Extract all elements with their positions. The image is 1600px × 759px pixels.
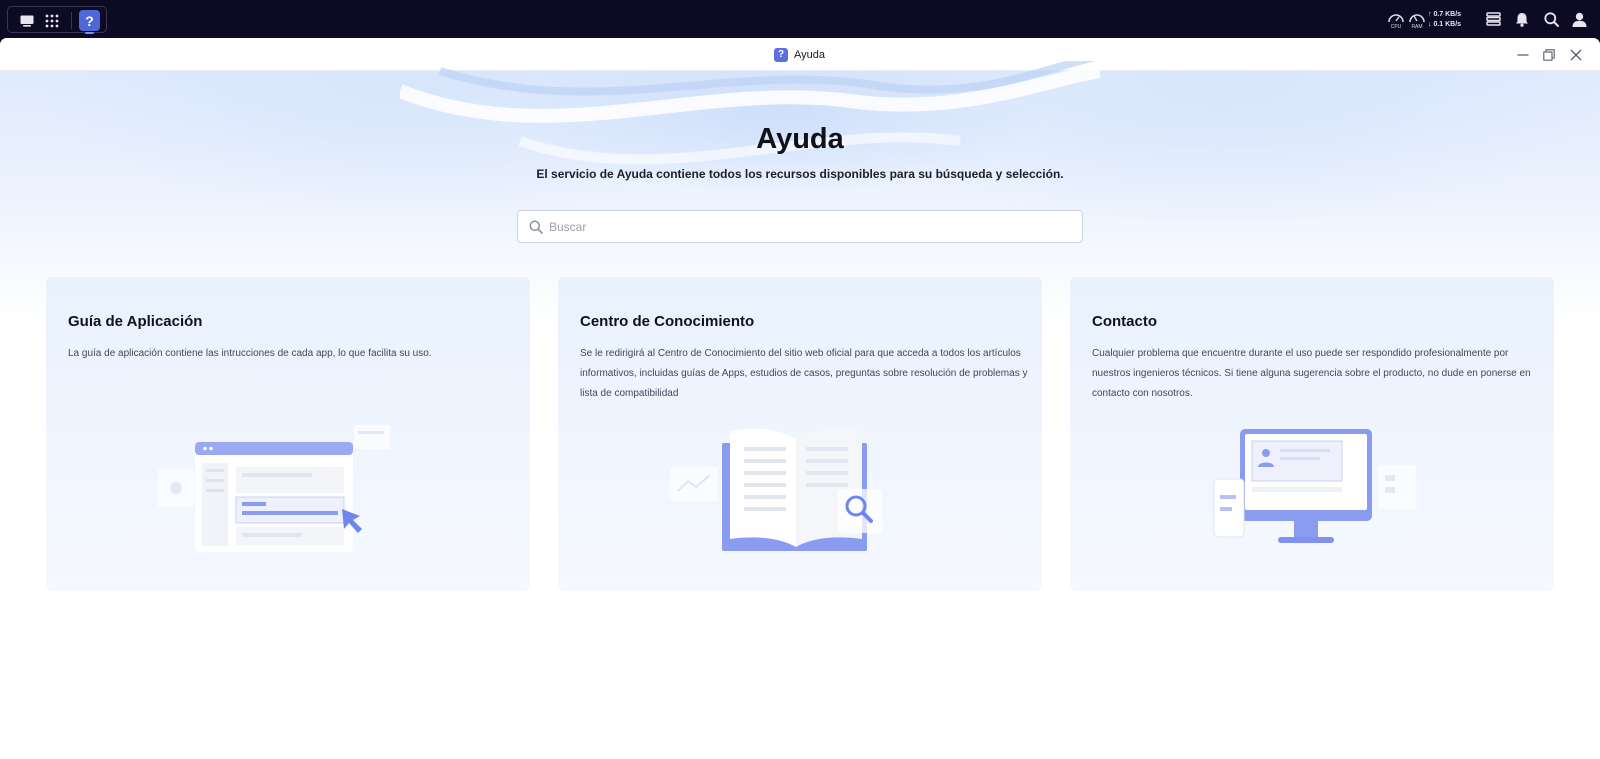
card-title: Contacto	[1092, 313, 1157, 330]
card-title: Centro de Conocimiento	[580, 313, 755, 330]
taskbar-separator	[71, 12, 72, 29]
net-download: ↓ 0.1 KB/s	[1428, 21, 1462, 28]
card-contact[interactable]: Contacto Cualquier problema que encuentr…	[1070, 277, 1554, 591]
search-icon	[529, 220, 543, 234]
taskbar-launcher-group: ?	[7, 6, 107, 34]
app-grid-icon[interactable]	[42, 11, 62, 31]
page-title: Ayuda	[756, 123, 844, 155]
open-book-illustration	[670, 428, 882, 551]
help-content: Ayuda El servicio de Ayuda contiene todo…	[0, 61, 1600, 759]
task-manager-icon[interactable]	[1484, 10, 1502, 28]
active-app-indicator	[85, 32, 94, 34]
net-upload: ↑ 0.7 KB/s	[1428, 11, 1462, 18]
card-description: La guía de aplicación contiene las intru…	[68, 348, 432, 359]
app-window-illustration	[158, 425, 390, 552]
card-knowledge-center[interactable]: Centro de Conocimiento Se le redirigirá …	[558, 277, 1042, 591]
card-description: Se le redirigirá al Centro de Conocimien…	[580, 348, 1028, 399]
user-icon[interactable]	[1570, 10, 1588, 28]
network-speed[interactable]: ↑ 0.7 KB/s ↓ 0.1 KB/s	[1428, 10, 1468, 30]
close-icon[interactable]	[1568, 47, 1584, 63]
help-app-icon[interactable]: ?	[79, 10, 100, 31]
page-subtitle: El servicio de Ayuda contiene todos los …	[536, 167, 1064, 181]
help-app-icon: ?	[774, 47, 788, 62]
card-description: Cualquier problema que encuentre durante…	[1092, 348, 1531, 399]
search-icon[interactable]	[1542, 10, 1560, 28]
desktop-icon[interactable]	[17, 11, 37, 31]
minimize-icon[interactable]	[1515, 47, 1531, 63]
cpu-gauge-icon[interactable]: CPU	[1386, 10, 1406, 30]
help-window: ? Ayuda Ayuda El servicio de Ayuda conti…	[0, 38, 1600, 759]
cpu-label: CPU	[1390, 24, 1402, 30]
system-taskbar: ? CPU RAM ↑ 0.7 KB/s ↓ 0.1 KB/s	[0, 0, 1600, 38]
bell-icon[interactable]	[1513, 10, 1531, 28]
window-title: Ayuda	[794, 48, 825, 61]
net-download-value: 0.1 KB/s	[1433, 21, 1462, 28]
search-input[interactable]	[549, 211, 1069, 242]
restore-icon[interactable]	[1541, 47, 1557, 63]
card-title: Guía de Aplicación	[68, 313, 203, 330]
monitor-phone-illustration	[1213, 429, 1416, 543]
net-upload-value: 0.7 KB/s	[1433, 11, 1462, 18]
search-box[interactable]	[517, 210, 1083, 243]
ram-gauge-icon[interactable]: RAM	[1407, 10, 1427, 30]
card-app-guide[interactable]: Guía de Aplicación La guía de aplicación…	[46, 277, 530, 591]
window-title-group: ? Ayuda	[774, 47, 825, 62]
ram-label: RAM	[1411, 24, 1423, 30]
